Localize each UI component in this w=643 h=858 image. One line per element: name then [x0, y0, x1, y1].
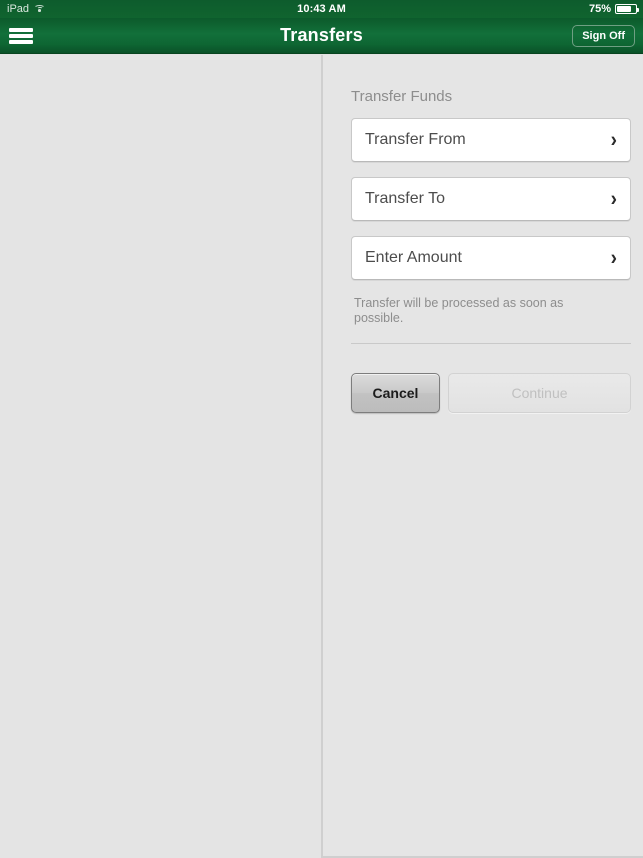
status-bar-clock: 10:43 AM [297, 3, 346, 15]
continue-button[interactable]: Continue [448, 373, 631, 413]
sign-off-button[interactable]: Sign Off [572, 25, 635, 48]
content-area: Transfer Funds Transfer From › Transfer … [0, 55, 643, 858]
transfer-form-pane: Transfer Funds Transfer From › Transfer … [323, 55, 643, 858]
transfer-from-label: Transfer From [365, 131, 466, 148]
battery-percent-label: 75% [588, 3, 611, 15]
navigation-bar: Transfers Sign Off [0, 18, 643, 54]
app-root: iPad 10:43 AM 75% Transfers Sign Off Tra… [0, 0, 643, 858]
transfer-from-row[interactable]: Transfer From › [351, 118, 631, 162]
chevron-right-icon: › [610, 187, 617, 211]
battery-icon [615, 4, 639, 14]
left-empty-pane [0, 55, 321, 858]
cancel-button[interactable]: Cancel [351, 373, 440, 413]
enter-amount-label: Enter Amount [365, 249, 462, 266]
enter-amount-row[interactable]: Enter Amount › [351, 236, 631, 280]
status-bar: iPad 10:43 AM 75% [0, 0, 643, 18]
chevron-right-icon: › [610, 246, 617, 270]
form-actions: Cancel Continue [351, 373, 631, 413]
transfer-to-row[interactable]: Transfer To › [351, 177, 631, 221]
chevron-right-icon: › [610, 128, 617, 152]
transfer-field-list: Transfer From › Transfer To › Enter Amou… [351, 118, 631, 295]
section-title: Transfer Funds [351, 88, 453, 105]
form-divider [351, 343, 631, 344]
transfer-to-label: Transfer To [365, 190, 446, 207]
processing-note: Transfer will be processed as soon as po… [354, 296, 564, 326]
status-bar-right: 75% [588, 3, 639, 15]
page-title: Transfers [280, 25, 363, 45]
